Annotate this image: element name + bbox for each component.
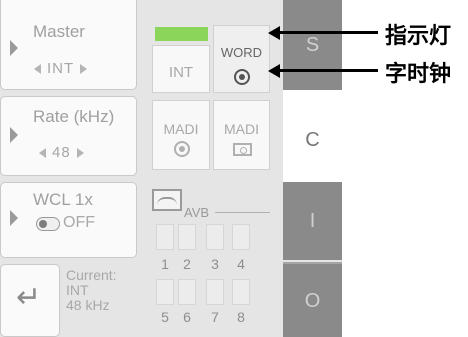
next-arrow-icon[interactable] (80, 64, 88, 75)
tab-i-label: I (309, 210, 316, 232)
avb-channel-number[interactable]: 3 (206, 256, 224, 272)
wcl-title: WCL 1x (33, 190, 93, 209)
clock-pointer-line (278, 69, 378, 72)
optical-center (240, 147, 247, 154)
avb-channel-slot[interactable] (206, 224, 224, 250)
avb-icon-roof (157, 197, 177, 207)
prev-arrow-icon[interactable] (39, 148, 46, 159)
sync-indicator-light (155, 27, 208, 41)
int-source-button[interactable]: INT (152, 45, 210, 93)
int-label: INT (168, 64, 194, 81)
madi1-label: MADI (163, 121, 199, 137)
avb-channel-number[interactable]: 6 (178, 309, 196, 325)
sync-panel: Master INT Rate (kHz) 48 WCL 1x OFF ↵ Cu… (0, 0, 342, 337)
word-clock-button[interactable]: WORD (213, 25, 270, 93)
return-arrow-icon: ↵ (16, 281, 42, 314)
annotation-indicator: 指示灯 (385, 24, 452, 49)
prev-arrow-icon[interactable] (34, 64, 41, 75)
tab-s[interactable]: S (283, 0, 342, 90)
avb-divider (215, 212, 270, 213)
avb-channel-slot[interactable] (156, 224, 174, 250)
avb-channel-number[interactable]: 1 (156, 256, 174, 272)
tab-o-label: O (304, 290, 321, 312)
madi-coax-icon (174, 141, 190, 157)
avb-channel-number[interactable]: 8 (232, 309, 250, 325)
madi2-label: MADI (224, 121, 259, 137)
current-label: Current: (66, 267, 117, 283)
avb-channel-slot[interactable] (206, 279, 224, 305)
madi-optical-icon (233, 143, 252, 156)
expand-arrow-icon[interactable] (10, 127, 18, 143)
avb-channel-slot[interactable] (156, 279, 174, 305)
rate-title: Rate (kHz) (33, 107, 115, 126)
bnc-center (239, 74, 245, 80)
tab-c[interactable]: C (283, 90, 342, 182)
avb-channel-number[interactable]: 2 (178, 256, 196, 272)
madi1-source-button[interactable]: MADI (152, 100, 210, 170)
coax-center (179, 146, 185, 152)
word-label: WORD (220, 45, 263, 60)
avb-channel-slot[interactable] (178, 279, 196, 305)
avb-label: AVB (184, 205, 210, 220)
avb-channel-number[interactable]: 4 (232, 256, 250, 272)
wcl-card[interactable]: WCL 1x OFF (0, 182, 137, 258)
annotation-clock: 字时钟 (385, 62, 452, 87)
master-title: Master (33, 22, 85, 41)
current-rate: 48 kHz (66, 297, 110, 313)
rate-selector[interactable]: 48 (39, 144, 84, 161)
master-value: INT (47, 60, 75, 77)
avb-channel-slot[interactable] (232, 224, 250, 250)
rate-card[interactable]: Rate (kHz) 48 (0, 96, 137, 176)
current-source: INT (66, 282, 89, 298)
bnc-connector-icon (234, 69, 250, 85)
rate-value: 48 (52, 144, 71, 161)
madi2-source-button[interactable]: MADI (213, 100, 270, 170)
tab-c-label: C (305, 129, 320, 151)
wcl-toggle-label: OFF (63, 214, 95, 231)
expand-arrow-icon[interactable] (10, 210, 18, 226)
tab-i[interactable]: I (283, 182, 342, 260)
avb-channel-number[interactable]: 7 (206, 309, 224, 325)
avb-channel-slot[interactable] (232, 279, 250, 305)
expand-arrow-icon[interactable] (10, 40, 18, 56)
avb-network-icon (152, 189, 182, 211)
avb-channel-number[interactable]: 5 (156, 309, 174, 325)
current-status: Current: INT 48 kHz (66, 268, 117, 313)
tab-o[interactable]: O (283, 262, 342, 337)
avb-channel-slot[interactable] (178, 224, 196, 250)
toggle-knob (39, 220, 47, 228)
indicator-pointer-line (278, 31, 378, 34)
wcl-toggle[interactable] (36, 217, 60, 231)
master-selector[interactable]: INT (34, 60, 88, 77)
back-button[interactable]: ↵ (0, 264, 60, 337)
master-card[interactable]: Master INT (0, 0, 137, 90)
tab-s-label: S (305, 34, 320, 56)
next-arrow-icon[interactable] (76, 148, 84, 159)
